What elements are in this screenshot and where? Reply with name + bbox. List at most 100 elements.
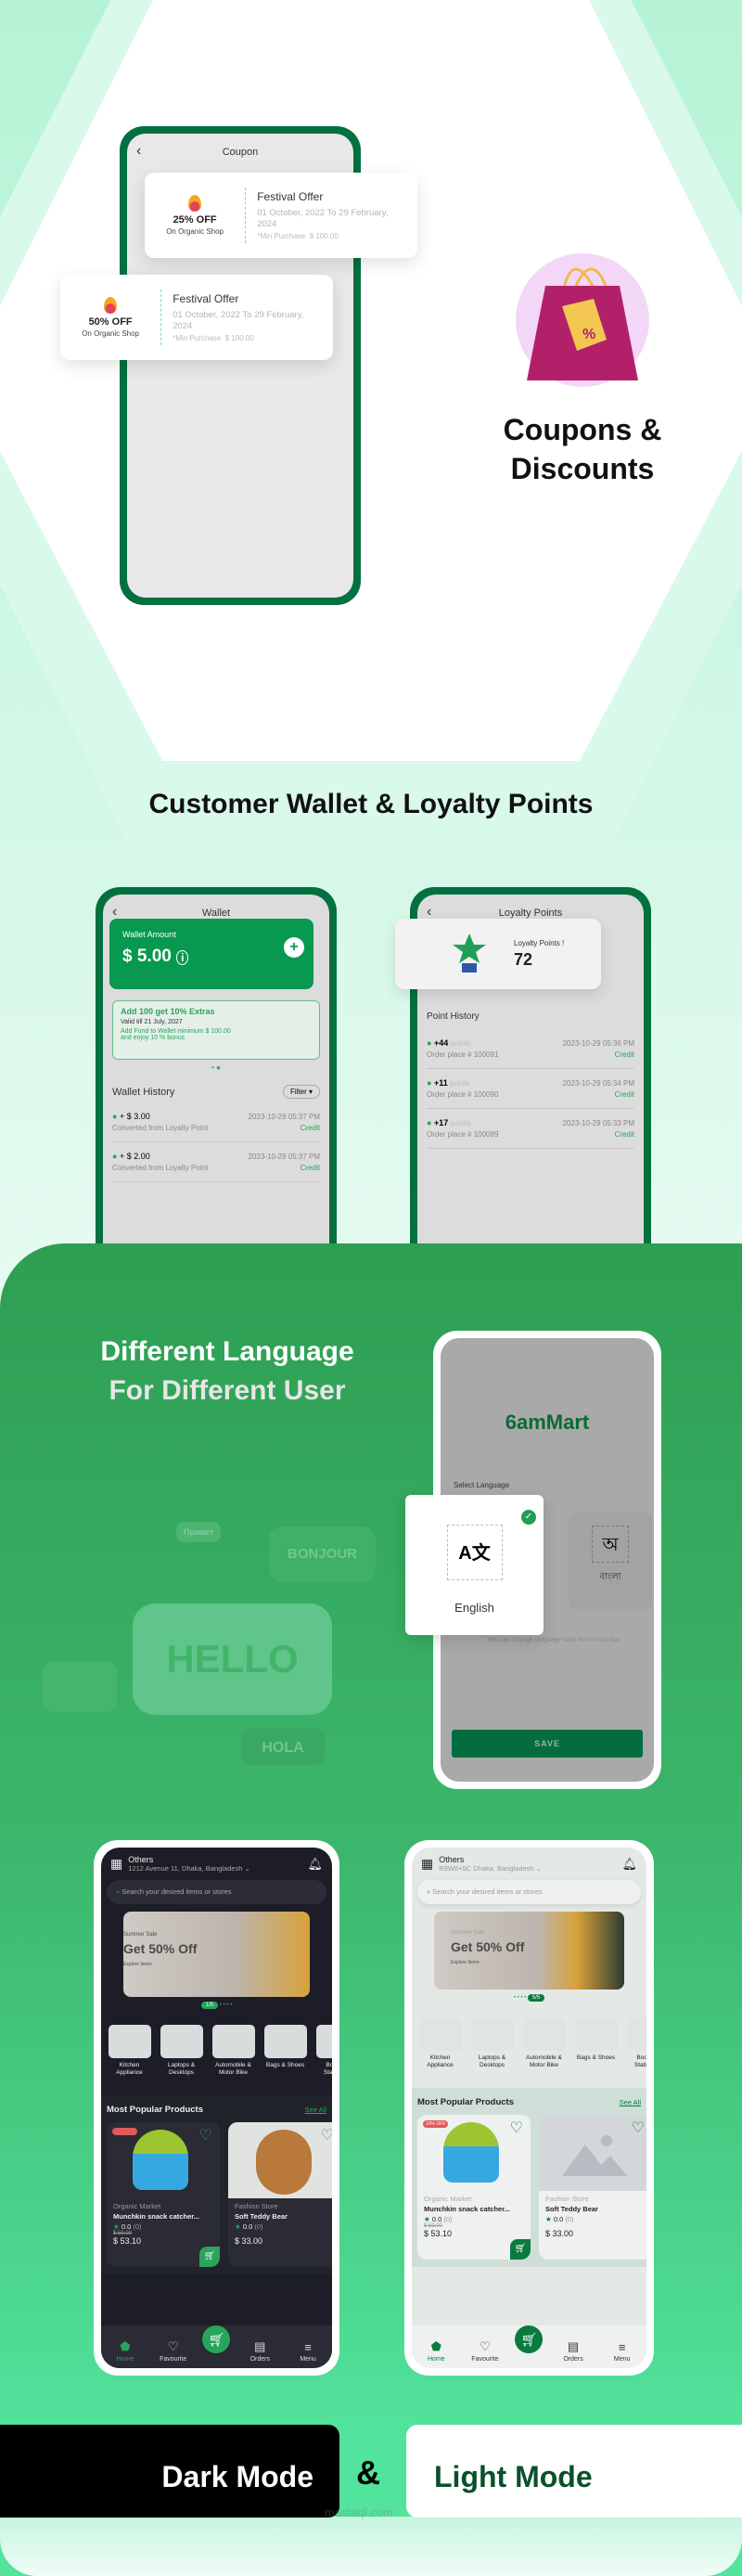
- coin-icon: ●: [112, 1112, 118, 1121]
- nav-favourite[interactable]: ♡ Favourite: [155, 2339, 192, 2363]
- search-placeholder: Search your desired items or stores: [122, 1887, 232, 1896]
- heart-icon[interactable]: ♡: [321, 2126, 332, 2145]
- coupon-shop: On Organic Shop: [82, 329, 139, 338]
- category-item[interactable]: Books & Stationery: [625, 2017, 646, 2069]
- heart-icon[interactable]: ♡: [632, 2119, 645, 2137]
- cart-button[interactable]: 🛒︎: [202, 2325, 231, 2353]
- product-card[interactable]: 10% OFF ♡ Organic Market Munchkin snack ca…: [417, 2114, 531, 2260]
- category-item[interactable]: Laptops & Desktops: [469, 2017, 515, 2069]
- bell-icon[interactable]: 🔔︎: [307, 1857, 323, 1872]
- wallet-amount-label: Wallet Amount: [122, 930, 176, 939]
- category-item[interactable]: Automobile & Motor Bike: [211, 2025, 256, 2077]
- promo-banner[interactable]: Summer Sale Get 50% Off Explore Items: [123, 1912, 310, 1997]
- language-option-bangla[interactable]: অ বাংলা: [569, 1513, 652, 1609]
- bottom-nav: ⬟ Home ♡ Favourite 🛒︎ ▤ Orders ≡ Menu: [412, 2325, 646, 2368]
- see-all-link[interactable]: See All: [305, 2106, 326, 2114]
- add-to-cart-button[interactable]: 🛒︎: [510, 2238, 531, 2260]
- search-input[interactable]: ⌕ Search your desired items or stores: [417, 1880, 641, 1904]
- back-icon[interactable]: ‹: [136, 143, 141, 160]
- grid-icon[interactable]: ▦: [421, 1856, 433, 1872]
- wallet-amount: $ 5.00: [122, 947, 172, 966]
- nav-orders[interactable]: ▤ Orders: [555, 2339, 592, 2363]
- add-fund-button[interactable]: +: [284, 937, 304, 958]
- points-value: +11: [433, 1078, 448, 1088]
- heart-icon[interactable]: ♡: [199, 2126, 212, 2145]
- category-item[interactable]: Bags & Shoes: [573, 2017, 619, 2069]
- order-ref: Order place # 100090: [427, 1090, 499, 1099]
- min-purchase-value: $ 100.00: [309, 232, 339, 241]
- add-to-cart-button[interactable]: 🛒︎: [199, 2246, 220, 2267]
- nav-label: Menu: [300, 2356, 316, 2363]
- nav-menu[interactable]: ≡ Menu: [289, 2340, 326, 2363]
- nav-menu[interactable]: ≡ Menu: [604, 2340, 641, 2363]
- coupon-card[interactable]: 50% OFF On Organic Shop Festival Offer 0…: [60, 275, 333, 360]
- heart-icon[interactable]: ♡: [510, 2119, 523, 2137]
- nav-orders[interactable]: ▤ Orders: [241, 2339, 278, 2363]
- category-item[interactable]: Laptops & Desktops: [159, 2025, 204, 2077]
- heart-icon: ♡: [167, 2339, 179, 2353]
- info-icon[interactable]: i: [176, 950, 189, 965]
- product-card[interactable]: 10% OFF ♡ Organic Market Munchkin snack ca…: [107, 2121, 220, 2267]
- coupon-discount: 25% OFF: [173, 214, 217, 225]
- promo-banner[interactable]: Add 100 get 10% Extras Valid till 21 Jul…: [112, 1000, 320, 1060]
- nav-label: Orders: [563, 2356, 583, 2363]
- category-label: Laptops & Desktops: [167, 2062, 196, 2076]
- point-history-item: ● +44 points 2023-10-29 05:36 PM Order pl…: [427, 1029, 634, 1069]
- category-label: Books & Stationery: [323, 2062, 332, 2076]
- promo-banner[interactable]: Summer Sale Get 50% Off Explore Items: [434, 1912, 624, 1990]
- dark-mode-label-box: Dark Mode: [0, 2425, 339, 2518]
- carousel-dots: • ●: [211, 1063, 221, 1072]
- banner-title: Get 50% Off: [451, 1939, 525, 1954]
- wallet-amount-card: Wallet Amount $ 5.00 i +: [109, 919, 313, 989]
- category-item[interactable]: Bags & Shoes: [262, 2025, 308, 2077]
- product-name: Munchkin snack catcher...: [113, 2211, 199, 2221]
- light-home-phone: ▦ Others R9W8+5C Dhaka, Bangladesh ⌄ 🔔︎ ⌕ S…: [404, 1840, 654, 2376]
- translate-icon: A文: [446, 1525, 503, 1580]
- product-card[interactable]: ♡ Fashion Store Soft Teddy Bear ★ 0.0 (0) $…: [228, 2121, 332, 2267]
- bell-icon[interactable]: 🔔︎: [621, 1857, 637, 1872]
- location-type: Others: [439, 1855, 465, 1864]
- category-item[interactable]: Automobile & Motor Bike: [521, 2017, 567, 2069]
- location-type: Others: [128, 1855, 154, 1864]
- product-card[interactable]: ♡ Fashion Store Soft Teddy Bear ★ 0.0 (0) $…: [539, 2114, 646, 2260]
- coupon-shop: On Organic Shop: [166, 227, 224, 236]
- menu-icon: ≡: [304, 2340, 312, 2354]
- address-selector[interactable]: R9W8+5C Dhaka, Bangladesh ⌄: [439, 1864, 542, 1873]
- app-logo: 6amMart: [505, 1410, 590, 1434]
- popular-title: Most Popular Products: [107, 2104, 203, 2115]
- nav-home[interactable]: ⬟ Home: [107, 2339, 144, 2363]
- language-option-english[interactable]: ✓ A文 English: [405, 1495, 544, 1635]
- see-all-link[interactable]: See All: [620, 2098, 641, 2106]
- category-label: Automobile & Motor Bike: [526, 2054, 562, 2068]
- category-item[interactable]: Books & Stationery: [314, 2025, 332, 2077]
- coupon-header: ‹ Coupon: [127, 134, 353, 171]
- cart-button[interactable]: 🛒︎: [515, 2325, 544, 2353]
- grid-icon[interactable]: ▦: [110, 1856, 122, 1872]
- point-icon: ●: [427, 1118, 432, 1127]
- hello-languages-illustration: Привет BONJOUR HELLO HOLA: [37, 1522, 390, 1765]
- nav-label: Orders: [249, 2356, 270, 2363]
- banner-subtitle: Summer Sale: [451, 1930, 485, 1936]
- category-item[interactable]: Kitchen Appliance: [417, 2017, 463, 2069]
- search-icon: ⌕: [427, 1887, 431, 1896]
- product-store: Organic Market: [424, 2194, 472, 2203]
- orders-icon: ▤: [567, 2339, 580, 2353]
- bangla-letter-icon: অ: [592, 1526, 629, 1563]
- orders-icon: ▤: [254, 2339, 266, 2353]
- search-input[interactable]: ⌕ Search your desired items or stores: [107, 1880, 326, 1904]
- nav-home[interactable]: ⬟ Home: [417, 2339, 454, 2363]
- history-date: 2023-10-29 05:36 PM: [562, 1038, 634, 1048]
- category-item[interactable]: Kitchen Appliance: [107, 2025, 152, 2077]
- filter-button[interactable]: Filter ▾: [282, 1085, 320, 1099]
- page-indicator: 1/5: [200, 2002, 219, 2009]
- address-selector[interactable]: 1212 Avenue 11, Dhaka, Bangladesh ⌄: [128, 1864, 250, 1873]
- history-date: 2023-10-29 05:37 PM: [248, 1152, 320, 1161]
- nav-favourite[interactable]: ♡ Favourite: [467, 2339, 504, 2363]
- language-label: English: [454, 1601, 494, 1615]
- coupon-title: Festival Offer: [257, 189, 324, 203]
- coupon-card[interactable]: 25% OFF On Organic Shop Festival Offer 0…: [145, 173, 417, 258]
- product-reviews: (0): [443, 2214, 453, 2223]
- home-icon: ⬟: [430, 2339, 441, 2353]
- min-purchase-label: *Min Purchase: [257, 232, 306, 241]
- save-button[interactable]: SAVE: [452, 1730, 643, 1758]
